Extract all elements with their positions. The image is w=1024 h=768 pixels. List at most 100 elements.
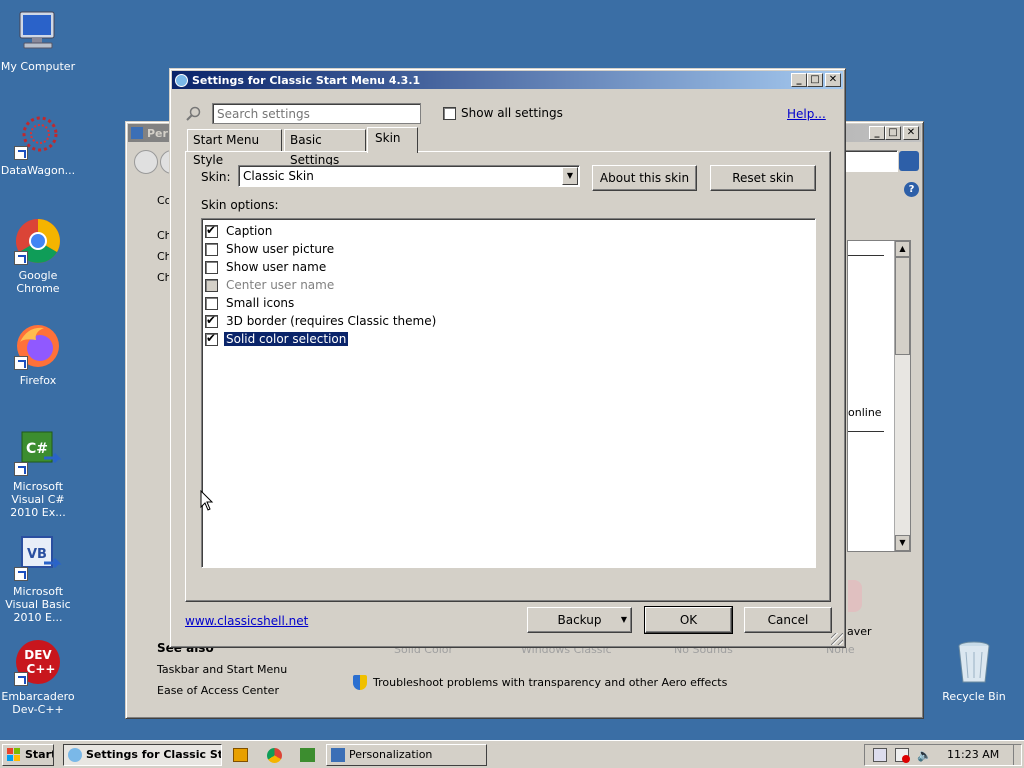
list-item[interactable]: Caption — [205, 222, 272, 240]
close-button[interactable]: ✕ — [825, 73, 841, 87]
option-label: Show user picture — [226, 242, 335, 256]
quick-launch-media-icon[interactable] — [233, 748, 248, 762]
desktop-icon-recycle-bin[interactable]: Recycle Bin — [934, 638, 1014, 703]
show-desktop-button[interactable] — [1013, 745, 1021, 765]
list-item[interactable]: Solid color selection — [205, 330, 350, 348]
maximize-button[interactable]: □ — [807, 73, 823, 87]
theme-list-pane[interactable]: online ▲ ▼ — [847, 240, 911, 552]
caption-checkbox[interactable] — [205, 223, 218, 238]
show-all-settings-checkbox[interactable] — [443, 107, 456, 120]
backup-button-label: Backup — [557, 613, 602, 627]
volume-icon[interactable]: 🔈 — [917, 748, 932, 762]
desktop-icon-visual-basic[interactable]: VB Microsoft Visual Basic 2010 E... — [0, 533, 78, 624]
classicshell-website-link[interactable]: www.classicshell.net — [185, 614, 308, 628]
dialog-title: Settings for Classic Start Menu 4.3.1 — [192, 73, 421, 87]
tab-basic-settings[interactable]: Basic Settings — [284, 129, 366, 167]
start-button[interactable]: Start — [2, 744, 54, 766]
recycle-bin-icon — [950, 638, 998, 686]
solid-color-selection-checkbox[interactable] — [205, 331, 218, 346]
small-icons-checkbox[interactable] — [205, 296, 218, 310]
shortcut-arrow-icon — [14, 462, 28, 476]
system-tray: 🔈 11:23 AM — [864, 744, 1022, 766]
about-this-skin-button[interactable]: About this skin — [592, 165, 697, 191]
scroll-thumb[interactable] — [895, 257, 910, 355]
screen-saver-label[interactable]: aver — [847, 625, 872, 638]
dev-cpp-icon: DEV C++ — [14, 638, 62, 686]
scroll-up-arrow[interactable]: ▲ — [895, 241, 910, 257]
shield-icon — [353, 675, 367, 690]
cancel-button[interactable]: Cancel — [744, 607, 832, 633]
clock[interactable]: 11:23 AM — [947, 748, 999, 761]
reset-skin-button[interactable]: Reset skin — [710, 165, 816, 191]
help-icon[interactable]: ? — [904, 182, 919, 197]
divider — [848, 431, 884, 432]
list-item[interactable]: Show user name — [205, 258, 326, 276]
resize-grip[interactable] — [831, 633, 843, 645]
taskbar-item-personalization[interactable]: Personalization — [326, 744, 487, 766]
ok-button[interactable]: OK — [644, 606, 733, 634]
action-center-icon[interactable] — [895, 748, 910, 763]
chevron-down-icon: ▼ — [620, 615, 627, 624]
scroll-down-arrow[interactable]: ▼ — [895, 535, 910, 551]
show-user-picture-checkbox[interactable] — [205, 242, 218, 256]
vertical-scrollbar[interactable]: ▲ ▼ — [894, 241, 910, 551]
computer-icon — [14, 8, 62, 56]
svg-text:C++: C++ — [27, 662, 56, 676]
quick-launch-csharp-icon[interactable] — [300, 748, 315, 762]
backup-button[interactable]: Backup ▼ — [527, 607, 632, 633]
skin-dropdown-value: Classic Skin — [243, 169, 314, 183]
dialog-titlebar[interactable]: Settings for Classic Start Menu 4.3.1 _ … — [172, 71, 843, 89]
desktop-icon-label: Microsoft Visual C# 2010 Ex... — [10, 480, 66, 519]
desktop-icon-label: Google Chrome — [16, 269, 60, 295]
3d-border-checkbox[interactable] — [205, 313, 218, 328]
desktop-icon-dev-cpp[interactable]: DEV C++ Embarcadero Dev-C++ — [0, 638, 78, 716]
maximize-button[interactable]: □ — [885, 126, 901, 140]
quick-launch-chrome-icon[interactable] — [267, 748, 282, 763]
network-icon[interactable] — [873, 748, 887, 762]
tab-start-menu-style[interactable]: Start Menu Style — [187, 129, 282, 167]
desktop-icon-label: Firefox — [19, 374, 57, 387]
firefox-icon — [14, 322, 62, 370]
shortcut-arrow-icon — [14, 251, 28, 265]
desktop-icon-label: My Computer — [0, 60, 76, 73]
taskbar-start-menu-link[interactable]: Taskbar and Start Menu — [157, 663, 287, 676]
online-link[interactable]: online — [848, 406, 882, 419]
minimize-button[interactable]: _ — [791, 73, 807, 87]
chevron-down-icon[interactable]: ▼ — [562, 167, 578, 185]
ease-of-access-link[interactable]: Ease of Access Center — [157, 684, 279, 697]
skin-dropdown[interactable]: Classic Skin ▼ — [238, 165, 580, 187]
desktop-icon-label: DataWagon... — [0, 164, 76, 177]
list-item[interactable]: Small icons — [205, 294, 294, 312]
screen-saver-icon[interactable] — [848, 580, 862, 612]
shortcut-arrow-icon — [14, 567, 28, 581]
window-search-box[interactable] — [838, 150, 898, 172]
skin-options-list[interactable]: Caption Show user picture Show user name… — [201, 218, 816, 568]
option-label: 3D border (requires Classic theme) — [226, 314, 437, 328]
troubleshoot-link[interactable]: Troubleshoot problems with transparency … — [373, 676, 727, 689]
settings-dialog[interactable]: Settings for Classic Start Menu 4.3.1 _ … — [169, 68, 846, 648]
search-settings-input[interactable] — [212, 103, 421, 124]
tab-skin[interactable]: Skin — [367, 127, 418, 153]
desktop-icon-google-chrome[interactable]: Google Chrome — [0, 217, 78, 295]
personalization-icon — [331, 748, 345, 762]
window-app-icon — [131, 127, 143, 139]
taskbar-item-settings[interactable]: Settings for Classic St... — [63, 744, 222, 766]
show-all-settings-label[interactable]: Show all settings — [461, 106, 563, 120]
option-label-selected: Solid color selection — [222, 331, 350, 347]
close-button[interactable]: ✕ — [903, 126, 919, 140]
help-link[interactable]: Help... — [787, 107, 826, 121]
back-button[interactable] — [134, 150, 158, 174]
desktop-icon-my-computer[interactable]: My Computer — [0, 8, 78, 73]
desktop-icon-visual-csharp[interactable]: C# Microsoft Visual C# 2010 Ex... — [0, 428, 78, 519]
show-user-name-checkbox[interactable] — [205, 260, 218, 274]
minimize-button[interactable]: _ — [869, 126, 885, 140]
search-icon[interactable] — [899, 151, 919, 171]
list-item[interactable]: Show user picture — [205, 240, 334, 258]
center-user-name-checkbox — [205, 278, 218, 292]
shortcut-arrow-icon — [14, 356, 28, 370]
desktop-icon-datawagon[interactable]: DataWagon... — [0, 112, 78, 177]
option-label: Center user name — [226, 278, 335, 292]
desktop-icon-firefox[interactable]: Firefox — [0, 322, 78, 387]
list-item[interactable]: 3D border (requires Classic theme) — [205, 312, 436, 330]
skin-tab-panel: Skin: Classic Skin ▼ About this skin Res… — [185, 151, 831, 602]
